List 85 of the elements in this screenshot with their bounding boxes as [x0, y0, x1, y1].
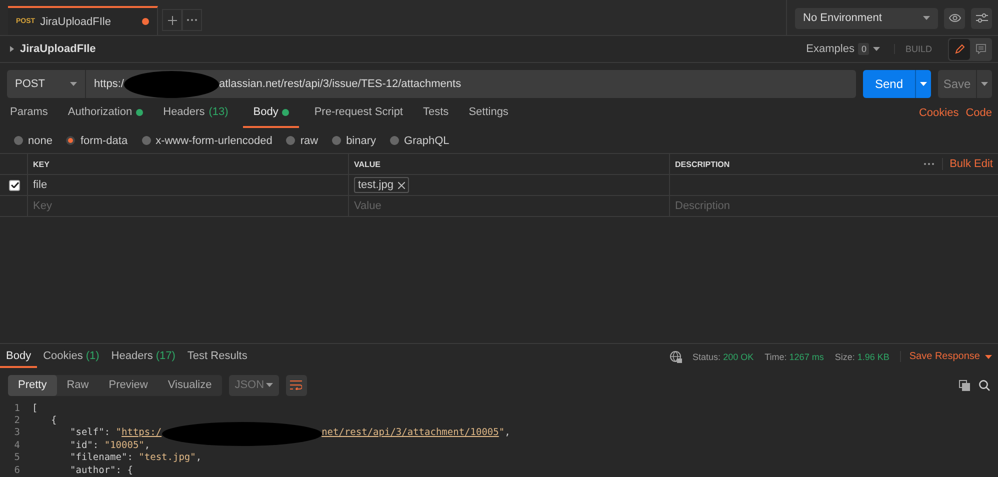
code-text: [ — [32, 402, 38, 415]
view-mode-tab[interactable]: Pretty — [8, 374, 57, 396]
header-link[interactable]: Code — [966, 107, 992, 119]
more-tabs-button[interactable] — [182, 9, 202, 31]
body-type-radio[interactable]: none — [14, 134, 52, 146]
key-cell: file — [33, 179, 48, 191]
sliders-icon — [976, 13, 988, 23]
input-field[interactable]: Key — [33, 200, 343, 212]
column-header: KEY — [33, 160, 50, 168]
view-mode-tab[interactable]: Visualize — [158, 374, 222, 396]
search-icon[interactable] — [979, 380, 990, 391]
code-text: "author": { — [70, 464, 133, 477]
save-options-button[interactable] — [976, 70, 992, 98]
comment-icon — [976, 44, 986, 54]
body-type-radio[interactable]: form-data — [66, 134, 128, 146]
code-text: net/rest/api/3/attachment/10005", — [322, 427, 510, 440]
response-tab[interactable]: Test Results — [181, 346, 254, 368]
code-text: "id": "10005", — [70, 440, 150, 452]
request-section-tab[interactable]: Headers (13) — [153, 98, 238, 128]
response-tab[interactable]: Cookies (1) — [37, 346, 106, 368]
code-text: "self": "https:/ — [70, 427, 162, 440]
body-type-radio[interactable]: GraphQL — [390, 134, 450, 146]
response-stat: Size: 1.96 KB — [834, 352, 890, 362]
url-text[interactable]: atlassian.net/rest/api/3/issue/TES-12/attachments — [218, 78, 462, 90]
eye-icon — [948, 14, 960, 22]
send-button[interactable]: Send — [863, 70, 915, 98]
new-tab-button[interactable] — [162, 9, 182, 31]
line-number: 1 — [13, 402, 21, 415]
body-type-radio[interactable]: raw — [286, 134, 318, 146]
pencil-icon — [954, 44, 964, 54]
file-chip[interactable]: test.jpg — [354, 177, 410, 193]
line-number: 6 — [13, 464, 21, 477]
wrap-lines-button[interactable] — [286, 374, 307, 396]
line-number: 4 — [13, 440, 21, 452]
line-number: 2 — [13, 414, 21, 428]
request-tab-title: JiraUploadFIle — [40, 16, 111, 28]
method-select[interactable]: POST — [7, 70, 86, 98]
url-text[interactable]: https:/ — [94, 78, 124, 90]
save-response-button[interactable]: Save Response — [900, 351, 992, 362]
request-section-tab[interactable]: Params — [0, 98, 58, 128]
caret-icon — [981, 82, 988, 86]
response-stat: Time: 1267 ms — [764, 352, 824, 362]
examples-menu[interactable]: Examples 0 — [806, 43, 880, 55]
plus-icon — [168, 16, 176, 24]
request-section-tab[interactable]: Body — [243, 98, 300, 128]
caret-icon — [873, 47, 880, 51]
request-section-tab[interactable]: Authorization — [58, 98, 154, 128]
column-header: VALUE — [354, 160, 381, 168]
caret-icon — [266, 383, 273, 388]
caret-icon — [70, 82, 77, 86]
code-text: "filename": "test.jpg", — [70, 452, 202, 465]
request-section-tab[interactable]: Pre-request Script — [304, 98, 413, 128]
caret-icon — [920, 82, 927, 86]
input-field[interactable]: Value — [354, 200, 664, 212]
send-options-button[interactable] — [915, 70, 931, 98]
response-tab[interactable]: Body — [0, 346, 38, 368]
build-label: BUILD — [894, 44, 942, 54]
environment-select[interactable]: No Environment — [795, 8, 938, 28]
request-section-tab[interactable]: Tests — [413, 98, 459, 128]
input-field[interactable]: Description — [675, 200, 993, 212]
wrap-icon — [290, 380, 302, 390]
caret-icon — [923, 16, 930, 20]
response-tab[interactable]: Headers (17) — [105, 346, 182, 368]
line-number: 5 — [13, 452, 21, 465]
eye-button[interactable] — [944, 8, 965, 28]
view-mode-tab[interactable]: Preview — [98, 374, 158, 396]
view-mode-tab[interactable]: Raw — [56, 374, 99, 396]
body-type-radio[interactable]: x-www-form-urlencoded — [142, 134, 272, 146]
header-link[interactable]: Cookies — [918, 107, 959, 119]
globe-lock-icon[interactable] — [670, 350, 682, 363]
caret-icon — [985, 354, 992, 359]
bulk-edit-link[interactable]: Bulk Edit — [942, 158, 993, 170]
body-type-radio[interactable]: binary — [332, 134, 376, 146]
request-name: JiraUploadFIle — [20, 43, 96, 55]
close-icon[interactable] — [398, 182, 406, 188]
line-number: 3 — [13, 427, 21, 440]
copy-icon[interactable] — [959, 380, 970, 391]
column-header: DESCRIPTION — [675, 160, 730, 168]
response-stat: Status: 200 OK — [692, 352, 754, 362]
code-text: { — [51, 414, 57, 428]
row-checkbox[interactable] — [9, 180, 20, 190]
edit-button[interactable] — [949, 38, 970, 60]
settings-button[interactable] — [971, 8, 992, 28]
expand-arrow-icon[interactable] — [10, 46, 14, 52]
request-section-tab[interactable]: Settings — [458, 98, 518, 128]
